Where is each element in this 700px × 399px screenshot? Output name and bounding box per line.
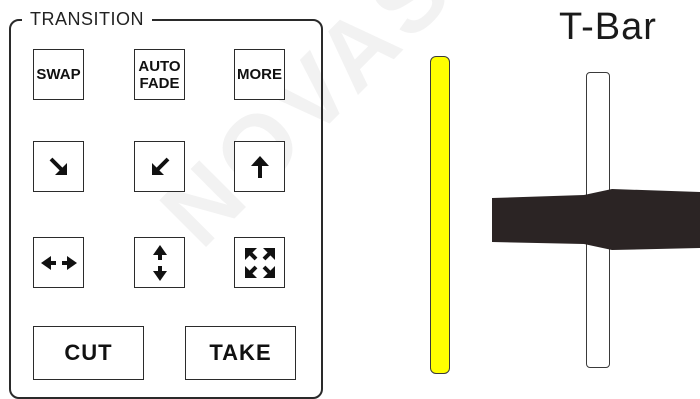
arrow-vertical-icon xyxy=(150,243,170,283)
swap-label: SWAP xyxy=(36,66,81,83)
auto-fade-line1: AUTO xyxy=(138,57,181,75)
cut-button[interactable]: CUT xyxy=(33,326,144,380)
tbar-label: T-Bar xyxy=(559,6,657,48)
wipe-down-left-button[interactable] xyxy=(134,141,185,192)
tbar-handle[interactable] xyxy=(492,188,700,252)
arrow-up-icon xyxy=(248,154,272,180)
expand-button[interactable] xyxy=(234,237,285,288)
wipe-up-button[interactable] xyxy=(234,141,285,192)
transition-title: TRANSITION xyxy=(22,8,153,30)
more-button[interactable]: MORE xyxy=(234,49,285,100)
auto-fade-label: AUTO FADE xyxy=(138,58,180,92)
wipe-vertical-button[interactable] xyxy=(134,237,185,288)
arrow-horizontal-icon xyxy=(39,253,79,273)
swap-button[interactable]: SWAP xyxy=(33,49,84,100)
cut-label: CUT xyxy=(64,340,113,365)
expand-corners-icon xyxy=(243,246,277,280)
wipe-down-right-button[interactable] xyxy=(33,141,84,192)
take-label: TAKE xyxy=(209,340,272,365)
auto-fade-button[interactable]: AUTO FADE xyxy=(134,49,185,100)
more-label: MORE xyxy=(237,66,282,83)
take-button[interactable]: TAKE xyxy=(185,326,296,380)
auto-fade-line2: FADE xyxy=(139,74,180,92)
arrow-down-right-icon xyxy=(47,155,71,179)
arrow-down-left-icon xyxy=(148,155,172,179)
transition-lamp-bar xyxy=(430,56,450,374)
wipe-horizontal-button[interactable] xyxy=(33,237,84,288)
